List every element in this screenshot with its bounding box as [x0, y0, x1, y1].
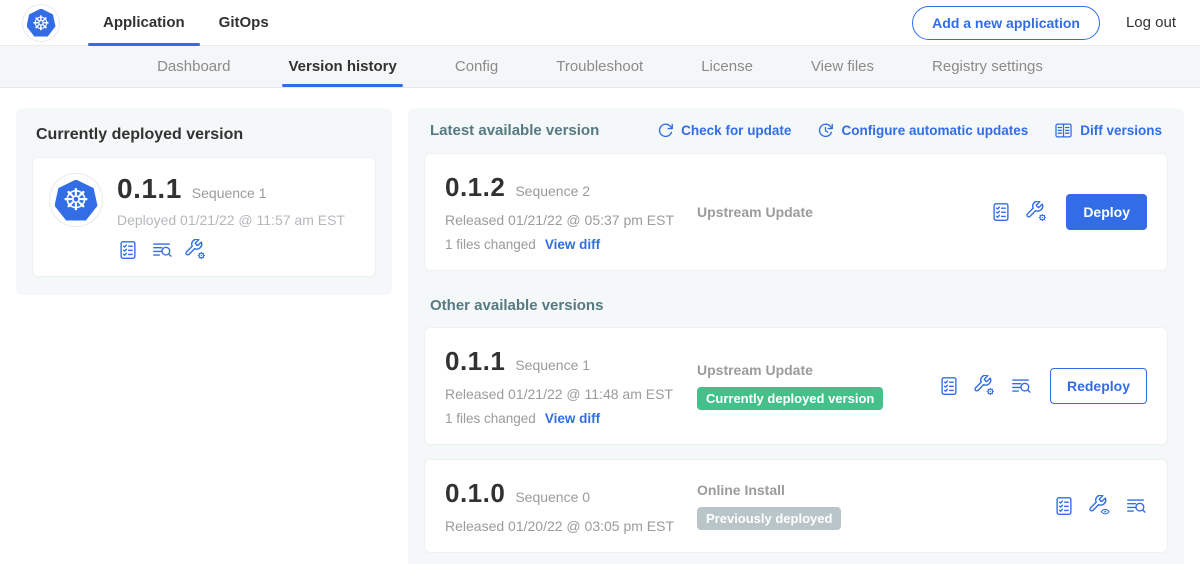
deployed-timestamp: Deployed 01/21/22 @ 11:57 am EST	[117, 212, 345, 228]
released-timestamp: Released 01/20/22 @ 03:05 pm EST	[445, 518, 697, 534]
version-card-actions: Deploy	[990, 194, 1147, 230]
deployed-version-number: 0.1.1	[117, 173, 182, 205]
deployed-version-card: ☸ 0.1.1 Sequence 1 Deployed 01/21/22 @ 1…	[32, 157, 376, 277]
deploy-logs-icon[interactable]	[151, 239, 173, 261]
currently-deployed-panel: Currently deployed version ☸ 0.1.1 Seque…	[16, 108, 392, 295]
version-actions: Check for update Configure automatic upd…	[657, 121, 1162, 140]
version-number: 0.1.1	[445, 346, 505, 377]
version-card: 0.1.1 Sequence 1 Released 01/21/22 @ 11:…	[424, 327, 1168, 445]
diff-versions-label: Diff versions	[1080, 123, 1162, 138]
view-diff-link[interactable]: View diff	[545, 237, 600, 252]
deploy-logs-icon[interactable]	[1125, 495, 1147, 517]
latest-version-header: Latest available version Check for updat…	[430, 121, 1162, 140]
view-diff-link[interactable]: View diff	[545, 411, 600, 426]
version-source: Upstream Update	[697, 204, 990, 220]
currently-deployed-badge: Currently deployed version	[697, 387, 883, 410]
check-for-update-link[interactable]: Check for update	[657, 122, 791, 139]
tab-config[interactable]: Config	[453, 46, 500, 87]
tab-registry-settings[interactable]: Registry settings	[930, 46, 1045, 87]
deploy-logs-icon[interactable]	[1010, 375, 1032, 397]
tab-gitops-label: GitOps	[219, 14, 269, 31]
deploy-button[interactable]: Deploy	[1066, 194, 1147, 230]
schedule-update-icon	[817, 122, 834, 139]
main-content: Currently deployed version ☸ 0.1.1 Seque…	[0, 88, 1200, 564]
files-changed-label: 1 files changed	[445, 411, 536, 426]
version-info: 0.1.0 Sequence 0 Released 01/20/22 @ 03:…	[445, 478, 697, 534]
preflight-checks-icon[interactable]	[117, 239, 139, 261]
edit-config-icon[interactable]	[1026, 201, 1048, 223]
check-for-update-label: Check for update	[681, 123, 791, 138]
version-card-actions: Redeploy	[938, 368, 1147, 404]
tab-application[interactable]: Application	[88, 0, 200, 45]
version-number: 0.1.2	[445, 172, 505, 203]
top-nav-tabs: Application GitOps	[88, 0, 288, 45]
diff-icon	[1054, 121, 1073, 140]
view-config-icon[interactable]	[1089, 495, 1111, 517]
redeploy-button[interactable]: Redeploy	[1050, 368, 1147, 404]
tab-version-history[interactable]: Version history	[286, 46, 398, 87]
previously-deployed-badge: Previously deployed	[697, 507, 841, 530]
sequence-label: Sequence 1	[515, 357, 590, 373]
tab-dashboard[interactable]: Dashboard	[155, 46, 232, 87]
logout-button[interactable]: Log out	[1126, 14, 1176, 31]
released-timestamp: Released 01/21/22 @ 11:48 am EST	[445, 386, 697, 402]
released-timestamp: Released 01/21/22 @ 05:37 pm EST	[445, 212, 697, 228]
files-changed-label: 1 files changed	[445, 237, 536, 252]
source-label: Online Install	[697, 482, 1053, 498]
source-label: Upstream Update	[697, 362, 938, 378]
version-card: 0.1.0 Sequence 0 Released 01/20/22 @ 03:…	[424, 459, 1168, 553]
other-versions-title: Other available versions	[430, 297, 1162, 314]
version-source: Online Install Previously deployed	[697, 482, 1053, 530]
add-application-button[interactable]: Add a new application	[912, 6, 1100, 40]
app-logo: ☸	[22, 4, 60, 42]
kubernetes-logo-icon: ☸	[55, 180, 98, 221]
top-nav: ☸ Application GitOps Add a new applicati…	[0, 0, 1200, 46]
tab-view-files[interactable]: View files	[809, 46, 876, 87]
sequence-label: Sequence 0	[515, 489, 590, 505]
version-source: Upstream Update Currently deployed versi…	[697, 362, 938, 410]
version-info: 0.1.2 Sequence 2 Released 01/21/22 @ 05:…	[445, 172, 697, 252]
preflight-checks-icon[interactable]	[990, 201, 1012, 223]
configure-automatic-updates-link[interactable]: Configure automatic updates	[817, 122, 1028, 139]
configure-automatic-updates-label: Configure automatic updates	[841, 123, 1028, 138]
version-card: 0.1.2 Sequence 2 Released 01/21/22 @ 05:…	[424, 153, 1168, 271]
version-card-actions	[1053, 495, 1147, 517]
top-nav-right: Add a new application Log out	[912, 6, 1176, 40]
deployed-version-info: 0.1.1 Sequence 1 Deployed 01/21/22 @ 11:…	[117, 173, 345, 261]
version-number: 0.1.0	[445, 478, 505, 509]
edit-config-icon[interactable]	[974, 375, 996, 397]
tab-troubleshoot[interactable]: Troubleshoot	[554, 46, 645, 87]
available-versions-panel: Latest available version Check for updat…	[408, 108, 1184, 564]
refresh-icon	[657, 122, 674, 139]
edit-config-icon[interactable]	[185, 239, 207, 261]
deployed-sequence-label: Sequence 1	[192, 185, 267, 201]
tab-application-label: Application	[103, 14, 185, 31]
preflight-checks-icon[interactable]	[1053, 495, 1075, 517]
app-sub-nav: Dashboard Version history Config Trouble…	[0, 46, 1200, 88]
diff-versions-link[interactable]: Diff versions	[1054, 121, 1162, 140]
tab-gitops[interactable]: GitOps	[204, 0, 284, 45]
kots-admin-console: ☸ Application GitOps Add a new applicati…	[0, 0, 1200, 564]
kubernetes-logo-icon: ☸	[27, 9, 56, 37]
tab-license[interactable]: License	[699, 46, 755, 87]
version-info: 0.1.1 Sequence 1 Released 01/21/22 @ 11:…	[445, 346, 697, 426]
preflight-checks-icon[interactable]	[938, 375, 960, 397]
app-icon-badge: ☸	[49, 173, 103, 227]
currently-deployed-title: Currently deployed version	[36, 126, 376, 144]
source-label: Upstream Update	[697, 204, 990, 220]
sequence-label: Sequence 2	[515, 183, 590, 199]
latest-version-title: Latest available version	[430, 122, 599, 139]
